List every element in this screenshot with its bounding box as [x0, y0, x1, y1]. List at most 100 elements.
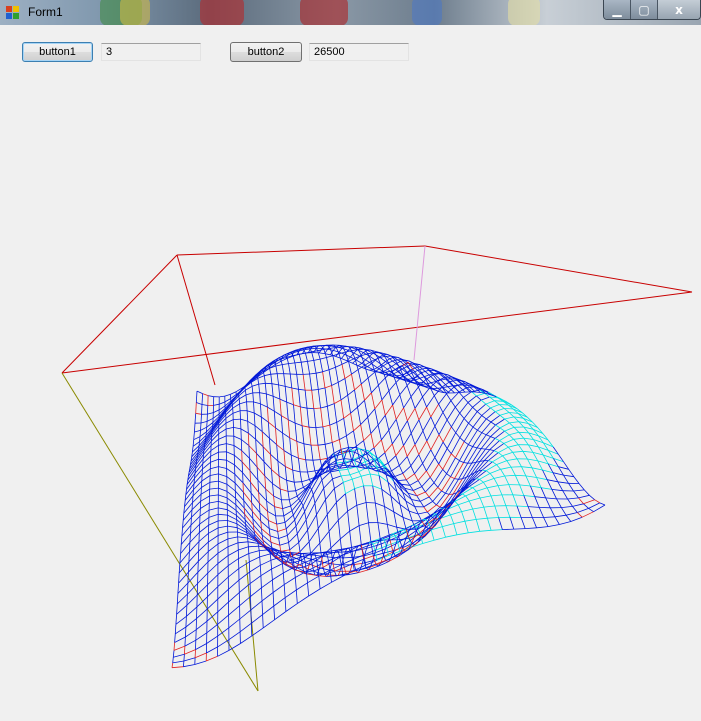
mesh-line [270, 374, 273, 384]
mesh-line [288, 363, 291, 375]
mesh-line [549, 507, 556, 517]
mesh-line [264, 383, 267, 394]
mesh-line [218, 458, 227, 461]
mesh-line [194, 468, 196, 474]
mesh-line [253, 412, 256, 426]
mesh-line [499, 434, 510, 441]
mesh-line [495, 424, 501, 429]
mesh-line [213, 409, 220, 413]
mesh-line [402, 517, 413, 522]
mesh-line [426, 440, 432, 450]
mesh-line [520, 517, 526, 529]
mesh-line [506, 460, 512, 468]
mesh-line [361, 377, 369, 385]
mesh-line [385, 370, 392, 373]
mesh-line [278, 384, 286, 387]
mesh-line [260, 403, 268, 408]
mesh-line [381, 390, 390, 401]
mesh-line [502, 455, 508, 461]
mesh-line [328, 519, 339, 532]
mesh-line [349, 564, 353, 572]
mesh-line [433, 395, 439, 405]
mesh-line [286, 402, 289, 420]
mesh-line [352, 475, 362, 480]
mesh-line [206, 417, 214, 422]
mesh-line [312, 479, 323, 495]
mesh-line [476, 491, 481, 499]
mesh-line [489, 449, 495, 451]
mesh-line [259, 565, 262, 576]
mesh-line [402, 473, 407, 480]
mesh-line [527, 506, 533, 518]
mesh-line [315, 427, 319, 446]
mesh-line [568, 469, 575, 477]
mesh-line [291, 387, 299, 390]
mesh-line [428, 487, 439, 498]
mesh-line [485, 400, 495, 405]
mesh-line [201, 475, 211, 482]
mesh-line [190, 523, 200, 534]
mesh-line [284, 597, 287, 612]
mesh-line [402, 465, 412, 474]
mesh-line [188, 550, 199, 562]
mesh-line [369, 473, 374, 486]
mesh-line [567, 497, 579, 500]
mesh-line [318, 348, 323, 354]
mesh-line [593, 504, 606, 513]
mesh-line [316, 499, 326, 515]
mesh-line [445, 492, 450, 495]
mesh-line [504, 418, 510, 424]
mesh-line [294, 481, 302, 483]
mesh-line [395, 382, 401, 395]
mesh-line [210, 451, 219, 457]
mesh-line [290, 498, 299, 507]
mesh-line [410, 396, 416, 409]
mesh-line [476, 487, 488, 492]
mesh-line [499, 440, 505, 444]
mesh-line [353, 352, 360, 357]
mesh-line [394, 473, 403, 477]
mesh-line [422, 367, 427, 370]
mesh-line [262, 446, 271, 455]
mesh-line [459, 422, 469, 438]
mesh-line [228, 579, 240, 590]
mesh-line [559, 521, 571, 525]
mesh-line [386, 524, 391, 540]
mesh-line [232, 403, 240, 409]
mesh-line [294, 577, 297, 591]
mesh-line [573, 490, 579, 499]
mesh-line [245, 390, 247, 395]
mesh-line [243, 386, 245, 388]
mesh-line [373, 457, 377, 460]
mesh-line [485, 448, 490, 450]
mesh-line [499, 414, 505, 420]
mesh-line [483, 506, 488, 519]
mesh-line [324, 385, 332, 389]
mesh-line [179, 553, 181, 564]
mesh-line [307, 530, 310, 542]
mesh-line [184, 636, 186, 647]
mesh-line [304, 562, 307, 572]
mesh-line [258, 503, 261, 513]
mesh-line [498, 517, 503, 530]
mesh-line [407, 420, 412, 434]
mesh-line [373, 439, 382, 449]
mesh-line [201, 404, 203, 415]
mesh-line [227, 514, 237, 521]
mesh-line [209, 487, 219, 490]
mesh-line [446, 393, 452, 401]
mesh-line [483, 482, 488, 489]
mesh-line [338, 348, 343, 353]
mesh-line [266, 500, 275, 508]
mesh-line [371, 392, 376, 409]
mesh-line [225, 419, 234, 424]
mesh-line [351, 374, 355, 390]
mesh-line [547, 479, 558, 483]
mesh-line [301, 361, 308, 363]
mesh-line [260, 403, 262, 418]
mesh-line [278, 384, 281, 400]
mesh-line [210, 458, 219, 463]
mesh-line [545, 497, 551, 508]
mesh-line [475, 519, 481, 532]
mesh-line [174, 633, 176, 643]
